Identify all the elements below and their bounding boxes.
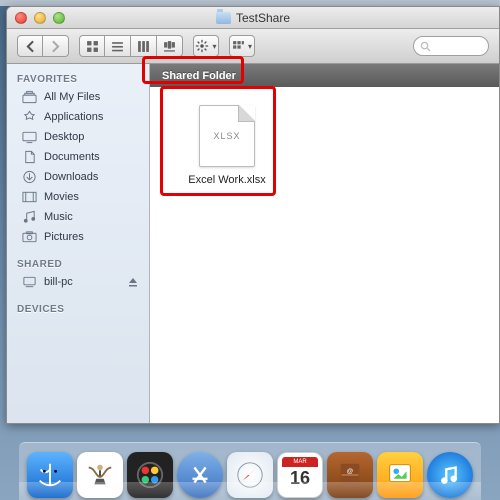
sidebar-item-label: Documents	[44, 151, 100, 163]
minimize-button[interactable]	[34, 12, 46, 24]
dock-ical[interactable]: MAR16	[277, 452, 323, 498]
arrange-menu-button[interactable]	[229, 35, 255, 57]
documents-icon	[21, 150, 37, 164]
sidebar-item-music[interactable]: Music	[7, 207, 149, 227]
sidebar: FAVORITES All My Files Applications Desk…	[7, 64, 150, 423]
sidebar-item-documents[interactable]: Documents	[7, 147, 149, 167]
sidebar-item-bill-pc[interactable]: bill-pc	[7, 272, 149, 292]
dock-mail[interactable]	[77, 452, 123, 498]
titlebar[interactable]: TestShare	[7, 7, 499, 29]
file-area[interactable]: XLSX Excel Work.xlsx	[150, 87, 499, 423]
sidebar-item-label: Applications	[44, 111, 103, 123]
zoom-button[interactable]	[53, 12, 65, 24]
dock-safari[interactable]	[227, 452, 273, 498]
window-title: TestShare	[236, 11, 290, 25]
pictures-icon	[21, 230, 37, 244]
svg-text:@: @	[347, 468, 354, 475]
favorites-header: FAVORITES	[7, 70, 149, 87]
sidebar-item-label: All My Files	[44, 91, 100, 103]
toolbar	[7, 29, 499, 64]
sidebar-item-desktop[interactable]: Desktop	[7, 127, 149, 147]
dock-dashboard[interactable]	[127, 452, 173, 498]
sidebar-item-applications[interactable]: Applications	[7, 107, 149, 127]
shared-header: SHARED	[7, 255, 149, 272]
close-button[interactable]	[15, 12, 27, 24]
dock-finder[interactable]	[27, 452, 73, 498]
dock: MAR16 @	[0, 442, 500, 500]
search-input[interactable]	[413, 36, 489, 56]
sidebar-item-label: Movies	[44, 191, 79, 203]
music-icon	[21, 210, 37, 224]
all-my-files-icon	[21, 90, 37, 104]
eject-icon[interactable]	[127, 276, 139, 288]
dock-preview[interactable]	[377, 452, 423, 498]
sidebar-item-downloads[interactable]: Downloads	[7, 167, 149, 187]
column-view-button[interactable]	[131, 35, 157, 57]
dock-contacts[interactable]: @	[327, 452, 373, 498]
sidebar-item-label: Pictures	[44, 231, 84, 243]
sidebar-item-movies[interactable]: Movies	[7, 187, 149, 207]
xlsx-file-icon: XLSX	[199, 105, 255, 167]
back-button[interactable]	[17, 35, 43, 57]
icon-view-button[interactable]	[79, 35, 105, 57]
sidebar-item-label: Downloads	[44, 171, 98, 183]
shared-folder-banner: Shared Folder	[150, 64, 499, 87]
action-menu-button[interactable]	[193, 35, 219, 57]
devices-header: DEVICES	[7, 300, 149, 317]
sidebar-item-label: Music	[44, 211, 73, 223]
list-view-button[interactable]	[105, 35, 131, 57]
dock-itunes[interactable]	[427, 452, 473, 498]
folder-icon	[216, 12, 231, 24]
file-label: Excel Work.xlsx	[188, 174, 265, 186]
movies-icon	[21, 190, 37, 204]
forward-button[interactable]	[43, 35, 69, 57]
finder-window: TestShare FAVORITES All My Files Applica…	[6, 6, 500, 424]
search-icon	[420, 41, 431, 52]
network-pc-icon	[21, 275, 37, 289]
sidebar-item-all-my-files[interactable]: All My Files	[7, 87, 149, 107]
desktop-icon	[21, 130, 37, 144]
coverflow-view-button[interactable]	[157, 35, 183, 57]
dock-appstore[interactable]	[177, 452, 223, 498]
applications-icon	[21, 110, 37, 124]
file-item[interactable]: XLSX Excel Work.xlsx	[172, 105, 282, 186]
sidebar-item-pictures[interactable]: Pictures	[7, 227, 149, 247]
sidebar-item-label: Desktop	[44, 131, 84, 143]
sidebar-item-label: bill-pc	[44, 276, 73, 288]
downloads-icon	[21, 170, 37, 184]
